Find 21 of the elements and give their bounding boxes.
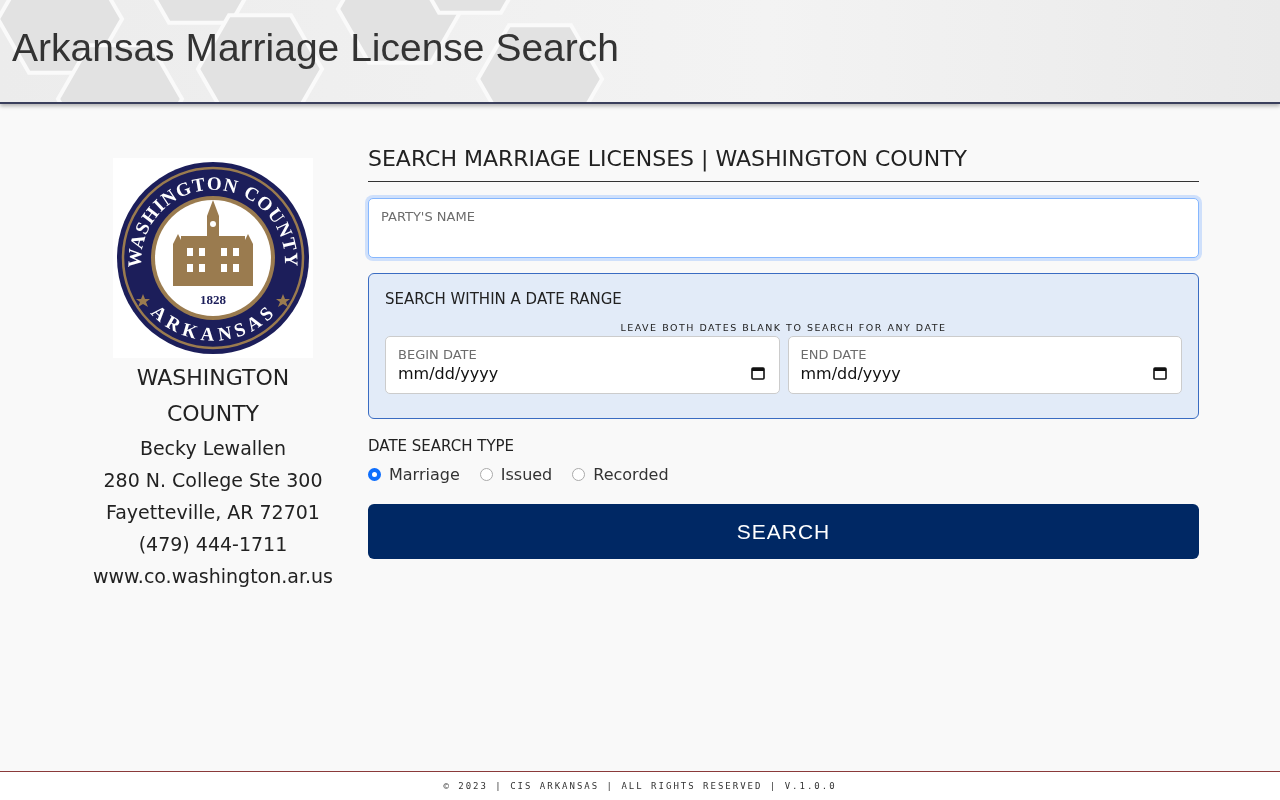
footer-text: © 2023 | CIS ARKANSAS | ALL RIGHTS RESERVED | V.1.0.0: [443, 781, 837, 791]
search-button[interactable]: SEARCH: [368, 504, 1199, 559]
county-name: WASHINGTON COUNTY: [135, 364, 291, 428]
date-input-field[interactable]: BEGIN DATE mm/dd/yyyy: [385, 336, 780, 394]
calendar-icon[interactable]: [750, 366, 765, 380]
radio-option[interactable]: Marriage: [368, 465, 460, 484]
radio-option[interactable]: Recorded: [572, 465, 669, 484]
hint-text: LEAVE BOTH DATES BLANK TO SEARCH FOR ANY DATE: [619, 322, 948, 333]
calendar-icon[interactable]: [1153, 366, 1167, 380]
contact-line: www.co.washington.ar.us: [92, 564, 333, 589]
section-heading: SEARCH MARRIAGE LICENSES | WASHINGTON COUNTY: [368, 144, 1199, 182]
radio-option[interactable]: Issued: [479, 465, 553, 484]
contact-line: Becky Lewallen: [139, 436, 287, 461]
contact-line: 280 N. College Ste 300: [103, 468, 323, 493]
contact-line: (479) 444-1711: [138, 532, 288, 557]
date-input-field[interactable]: END DATE mm/dd/yyyy: [787, 336, 1182, 394]
date-type-label: DATE SEARCH TYPE: [368, 437, 516, 455]
site-title: Arkansas Marriage License Search: [12, 26, 619, 70]
panel-title: SEARCH WITHIN A DATE RANGE: [385, 290, 623, 308]
name-input-field[interactable]: PARTY'S NAME: [368, 198, 1199, 258]
contact-line: Fayetteville, AR 72701: [106, 500, 320, 525]
